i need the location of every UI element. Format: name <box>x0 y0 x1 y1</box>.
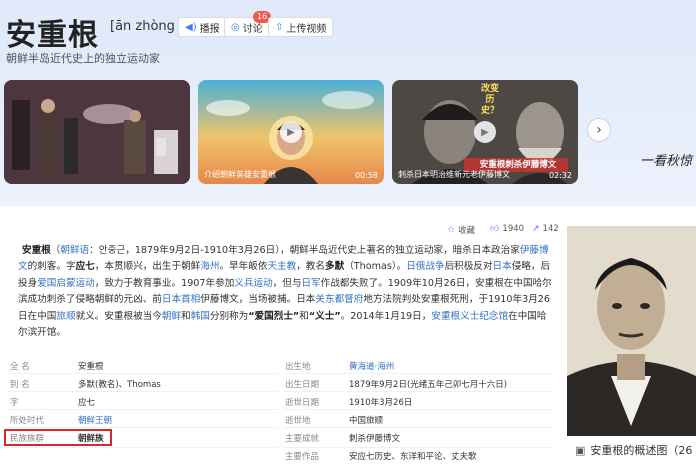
video-card-2[interactable]: ▶ 介绍朝鲜英雄安重根 00:58 <box>198 80 384 184</box>
link-russo-japanese-war[interactable]: 日俄战争 <box>406 261 444 272</box>
link-japan-pm[interactable]: 日本首相 <box>162 294 200 305</box>
info-value: 1910年3月26日 <box>349 398 413 408</box>
share-button[interactable]: ↗ 142 <box>532 224 559 234</box>
link-japanese-army[interactable]: 日军 <box>301 278 320 289</box>
divider <box>284 373 554 374</box>
info-value: 1879年9月2日(光绪五年己卯七月十六日) <box>349 380 508 390</box>
link-righteous-army[interactable]: 义兵运动 <box>234 278 272 289</box>
summary-name: 安重根 <box>22 245 51 256</box>
summary-paragraph: 安重根（朝鲜语：안중근，1879年9月2日-1910年3月26日），朝鲜半岛近代… <box>18 245 552 339</box>
highlight-box <box>4 429 112 446</box>
info-value: 安应七历史、东洋和平论、丈夫歌 <box>349 452 477 462</box>
collect-label: 收藏 <box>458 226 476 236</box>
image-gallery-icon: ▣ <box>575 443 586 457</box>
calligraphy-text: 一看秋惊 <box>640 154 693 169</box>
link-dprk[interactable]: 朝鲜 <box>162 311 181 322</box>
link-haizhou[interactable]: 海州 <box>200 261 219 272</box>
photo-caption: 安重根的概述图（26 <box>590 444 693 457</box>
link-japan[interactable]: 日本 <box>493 261 512 272</box>
info-key: 主要作品 <box>285 452 320 462</box>
info-value: 安重根 <box>78 362 104 372</box>
link-lushun[interactable]: 旅顺 <box>56 311 75 322</box>
info-key: 出生日期 <box>285 380 320 390</box>
play-icon[interactable]: ▶ <box>280 121 302 143</box>
portrait-photo[interactable] <box>567 226 696 464</box>
share-icon: ↗ <box>532 224 540 234</box>
chevron-right-icon: › <box>596 122 602 138</box>
info-key: 主要成就 <box>285 434 320 444</box>
carousel-next-button[interactable]: › <box>587 118 611 142</box>
info-value: 多默(教名)、Thomas <box>78 380 161 390</box>
speaker-icon: ◀) <box>185 21 197 33</box>
divider <box>8 391 278 392</box>
like-count: 1940 <box>502 224 525 234</box>
info-key: 所处时代 <box>10 416 45 426</box>
link-catholicism[interactable]: 天主教 <box>267 261 296 272</box>
divider <box>284 391 554 392</box>
play-icon[interactable]: ▶ <box>474 121 496 143</box>
info-value: 中国旅顺 <box>349 416 384 426</box>
link-enlightenment-movement[interactable]: 爱国启蒙运动 <box>37 278 95 289</box>
upload-icon: ⇧ <box>275 21 284 33</box>
link-korean-language[interactable]: 朝鲜语 <box>60 245 89 256</box>
info-value-link[interactable]: 朝鲜王朝 <box>78 414 112 426</box>
info-key: 逝世地 <box>285 416 311 426</box>
share-count: 142 <box>542 224 559 234</box>
info-key: 字 <box>10 398 19 408</box>
comment-icon: ◎ <box>231 21 240 33</box>
star-icon: ☆ <box>447 225 456 235</box>
info-key: 全 名 <box>10 362 30 372</box>
play-audio-button[interactable]: ◀) 播报 <box>178 17 227 37</box>
divider <box>8 447 278 448</box>
divider <box>8 427 278 428</box>
link-kwantung[interactable]: 关东都督府 <box>315 294 363 305</box>
info-value: 刺杀伊藤博文 <box>349 434 401 444</box>
info-key: 逝世日期 <box>285 398 320 408</box>
video-card-1[interactable] <box>4 80 190 184</box>
divider <box>284 427 554 428</box>
info-value-link[interactable]: 黄海道·海州 <box>349 360 394 372</box>
video-3-caption: 刺杀日本明治维新元老伊藤博文 <box>398 170 510 179</box>
link-memorial[interactable]: 安重根义士纪念馆 <box>431 311 508 322</box>
divider <box>284 409 554 410</box>
upload-video-label: 上传视频 <box>286 23 327 35</box>
video-thumbnail-1 <box>4 80 190 184</box>
divider <box>8 373 278 374</box>
info-key: 出生地 <box>285 362 311 372</box>
video-2-duration: 00:58 <box>354 171 378 180</box>
video-3-duration: 02:32 <box>548 171 572 180</box>
video-3-overlay-tag: 改变历史？ <box>480 84 499 116</box>
collect-button[interactable]: ☆ 收藏 <box>447 224 475 236</box>
play-audio-label: 播报 <box>199 23 220 35</box>
info-value: 应七 <box>78 398 96 408</box>
divider <box>284 447 554 448</box>
video-2-caption: 介绍朝鲜英雄安重根 <box>204 170 276 179</box>
info-key: 别 名 <box>10 380 30 390</box>
link-rok[interactable]: 韩国 <box>191 311 210 322</box>
like-button[interactable]: 👍︎ 1940 <box>490 224 524 234</box>
thumb-up-icon: 👍︎ <box>490 224 500 234</box>
portrait-image <box>567 226 696 464</box>
photo-caption-bar[interactable]: ▣ 安重根的概述图（26 <box>567 436 696 464</box>
upload-video-button[interactable]: ⇧ 上传视频 <box>268 17 334 37</box>
divider <box>8 409 278 410</box>
page-title: 安重根 <box>6 18 99 53</box>
video-card-3[interactable]: 改变历史？ 安重根刺杀伊藤博文 ▶ 刺杀日本明治维新元老伊藤博文 02:32 <box>392 80 578 184</box>
page-subtitle: 朝鲜半岛近代史上的独立运动家 <box>6 52 160 65</box>
